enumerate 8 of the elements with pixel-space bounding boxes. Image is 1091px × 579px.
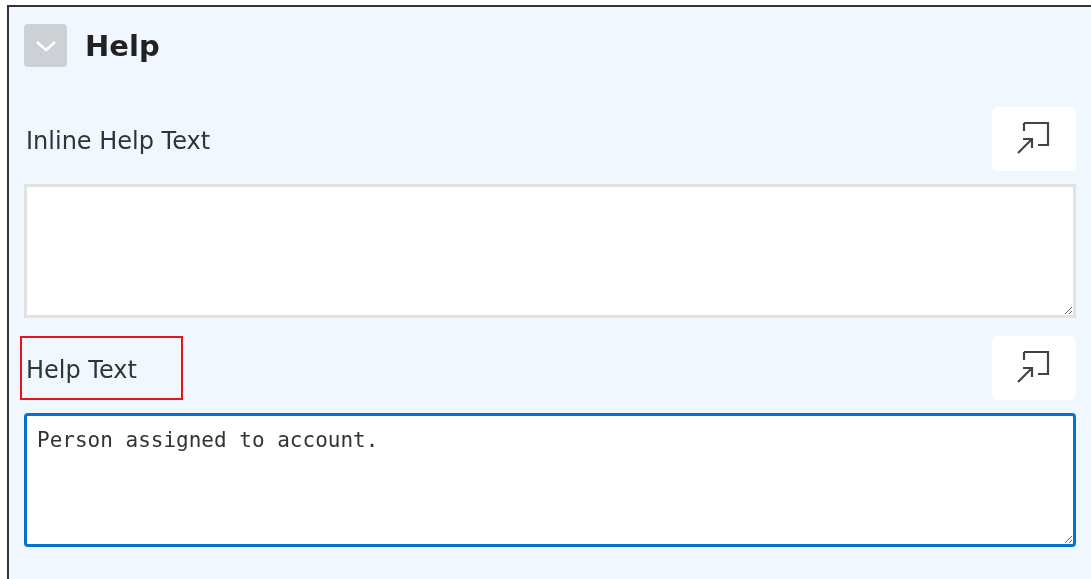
expand-button[interactable]: [992, 336, 1076, 400]
chevron-icon: [34, 38, 57, 53]
field-label: Inline Help Text: [25, 126, 212, 157]
section-title: Help: [85, 28, 160, 63]
field-label: Help Text: [20, 336, 183, 400]
help-text-area[interactable]: Person assigned to account.: [24, 413, 1076, 547]
collapse-toggle[interactable]: [24, 24, 67, 67]
expand-button[interactable]: [992, 107, 1076, 171]
